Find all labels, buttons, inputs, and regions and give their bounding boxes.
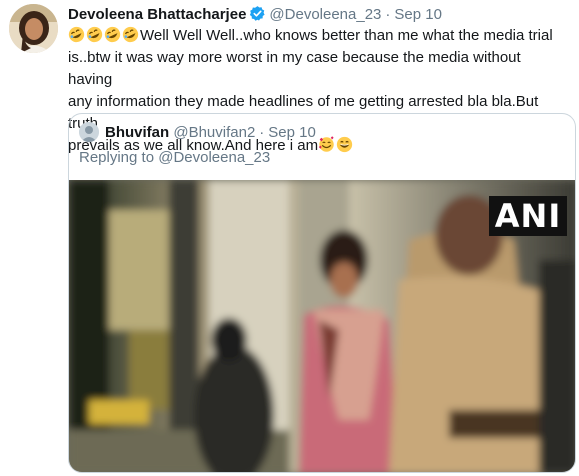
quoted-date[interactable]: Sep 10 bbox=[268, 124, 316, 141]
laughing-emoji-icon bbox=[122, 26, 140, 44]
author-avatar[interactable] bbox=[9, 4, 58, 53]
tweet[interactable]: Devoleena Bhattacharjee @Devoleena_23 · Sep… bbox=[0, 0, 579, 476]
quoted-author-handle[interactable]: @Bhuvifan2 bbox=[173, 124, 255, 141]
quoted-author-avatar[interactable] bbox=[79, 122, 99, 142]
tweet-text-line-2: is..btw it was way more worst in my case… bbox=[68, 49, 521, 88]
author-name[interactable]: Devoleena Bhattacharjee bbox=[68, 6, 246, 23]
quoted-author-name[interactable]: Bhuvifan bbox=[105, 124, 169, 141]
replying-to: Replying to @Devoleena_23 bbox=[79, 149, 270, 167]
quoted-tweet[interactable]: Bhuvifan @Bhuvifan2 · Sep 10 Replying to @… bbox=[68, 113, 576, 473]
quoted-header-separator: · bbox=[259, 124, 265, 141]
tweet-date[interactable]: Sep 10 bbox=[394, 6, 442, 23]
header-separator: · bbox=[385, 6, 391, 23]
quoted-media-video[interactable]: ANI bbox=[69, 180, 575, 472]
replying-to-handle[interactable]: @Devoleena_23 bbox=[158, 149, 270, 166]
quoted-header: Bhuvifan @Bhuvifan2 · Sep 10 bbox=[105, 124, 316, 142]
ani-watermark-logo: ANI bbox=[489, 196, 567, 236]
laughing-emoji-icon bbox=[86, 26, 104, 44]
tweet-text-segment: Well Well Well..who knows better than me… bbox=[140, 27, 553, 44]
tweet-text-line-1: Well Well Well..who knows better than me… bbox=[68, 25, 568, 47]
replying-to-label: Replying to bbox=[79, 149, 155, 166]
verified-badge-icon bbox=[249, 5, 266, 27]
laughing-emoji-icon bbox=[68, 26, 86, 44]
laughing-emoji-icon bbox=[104, 26, 122, 44]
tweet-header: Devoleena Bhattacharjee @Devoleena_23 · Sep… bbox=[68, 5, 442, 23]
author-handle[interactable]: @Devoleena_23 bbox=[269, 6, 381, 23]
